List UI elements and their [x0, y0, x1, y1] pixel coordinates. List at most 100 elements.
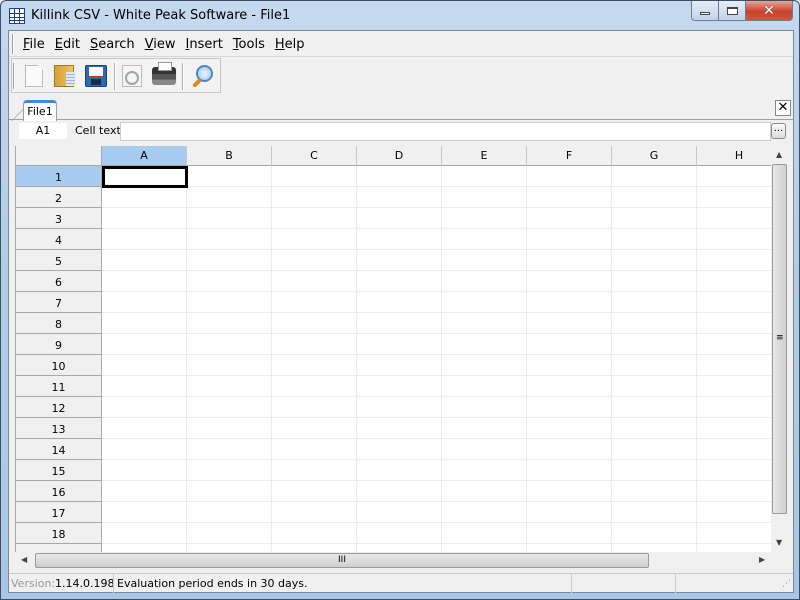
grid-line	[356, 166, 357, 552]
column-header-a[interactable]: A	[102, 146, 187, 166]
spreadsheet-app-icon	[9, 8, 25, 24]
row-header-11[interactable]: 11	[16, 376, 102, 397]
menu-view[interactable]: View	[145, 37, 176, 52]
vertical-scroll-thumb[interactable]: ≡	[772, 164, 787, 514]
active-cell[interactable]	[102, 166, 188, 188]
menu-bar: File Edit Search View Insert Tools Help	[9, 31, 793, 57]
menu-tools[interactable]: Tools	[233, 37, 265, 52]
column-header-g[interactable]: G	[612, 146, 697, 166]
grid-line	[102, 312, 771, 313]
grid-line	[102, 459, 771, 460]
cell-text-input[interactable]	[120, 122, 771, 141]
scroll-up-arrow-icon[interactable]: ▲	[776, 150, 782, 159]
row-header-partial[interactable]	[16, 544, 102, 552]
menu-help[interactable]: Help	[275, 37, 305, 52]
grid-line	[102, 291, 771, 292]
row-header-18[interactable]: 18	[16, 523, 102, 544]
scroll-down-arrow-icon[interactable]: ▼	[776, 538, 782, 547]
row-header-8[interactable]: 8	[16, 313, 102, 334]
grid-line	[441, 166, 442, 552]
open-button[interactable]	[50, 62, 78, 90]
grid-line	[102, 522, 771, 523]
grid-line	[696, 166, 697, 552]
toolbar-grip[interactable]	[13, 63, 15, 89]
print-preview-icon	[122, 65, 142, 87]
grid-line	[102, 270, 771, 271]
open-folder-icon	[54, 65, 75, 87]
title-bar[interactable]: Killink CSV - White Peak Software - File…	[1, 1, 799, 31]
row-header-12[interactable]: 12	[16, 397, 102, 418]
spreadsheet-grid[interactable]: A B C D E F G H 1 2 3 4 5 6 7 8 9 10 11 12 13 14 15 16 17 18	[15, 146, 771, 552]
scroll-left-arrow-icon[interactable]: ◀	[21, 555, 27, 564]
grid-line	[102, 186, 771, 187]
grid-line	[102, 543, 771, 544]
row-header-4[interactable]: 4	[16, 229, 102, 250]
status-pane	[571, 574, 572, 594]
menu-edit[interactable]: Edit	[55, 37, 80, 52]
new-file-button[interactable]	[20, 62, 48, 90]
select-all-corner[interactable]	[16, 146, 102, 166]
save-button[interactable]	[82, 62, 110, 90]
find-button[interactable]	[188, 62, 216, 90]
grid-line	[102, 207, 771, 208]
window-title: Killink CSV - White Peak Software - File…	[31, 8, 291, 23]
expand-cell-text-button[interactable]: ...	[771, 123, 786, 139]
formula-bar: A1 Cell text: ...	[9, 122, 793, 144]
minimize-button[interactable]	[691, 1, 719, 21]
horizontal-scrollbar[interactable]: ◀ III ▶	[15, 552, 771, 569]
row-header-6[interactable]: 6	[16, 271, 102, 292]
row-header-5[interactable]: 5	[16, 250, 102, 271]
version-value: 1.14.0.198	[55, 577, 115, 590]
row-header-3[interactable]: 3	[16, 208, 102, 229]
grid-line	[102, 249, 771, 250]
maximize-button[interactable]	[719, 1, 746, 21]
print-button[interactable]	[150, 62, 178, 90]
close-icon: ✕	[763, 2, 775, 19]
grid-line	[526, 166, 527, 552]
row-header-7[interactable]: 7	[16, 292, 102, 313]
row-header-2[interactable]: 2	[16, 187, 102, 208]
resize-grip-icon[interactable]: ⋰	[782, 574, 791, 594]
new-file-icon	[25, 65, 43, 87]
row-header-13[interactable]: 13	[16, 418, 102, 439]
row-header-16[interactable]: 16	[16, 481, 102, 502]
status-message: Evaluation period ends in 30 days.	[113, 574, 308, 594]
row-header-15[interactable]: 15	[16, 460, 102, 481]
close-tab-button[interactable]: ✕	[775, 100, 791, 116]
menu-search[interactable]: Search	[90, 37, 135, 52]
menu-file[interactable]: File	[23, 37, 45, 52]
row-header-9[interactable]: 9	[16, 334, 102, 355]
grid-line	[102, 438, 771, 439]
column-header-d[interactable]: D	[357, 146, 442, 166]
row-header-1[interactable]: 1	[16, 166, 102, 187]
menu-grip[interactable]	[12, 34, 14, 54]
document-tabs: File1 ✕	[9, 98, 793, 121]
row-header-17[interactable]: 17	[16, 502, 102, 523]
toolbar-separator	[182, 63, 184, 90]
save-disk-icon	[85, 65, 107, 87]
grid-line	[611, 166, 612, 552]
column-header-f[interactable]: F	[527, 146, 612, 166]
app-window: Killink CSV - White Peak Software - File…	[0, 0, 800, 600]
toolbar	[11, 58, 221, 93]
column-header-c[interactable]: C	[272, 146, 357, 166]
row-header-14[interactable]: 14	[16, 439, 102, 460]
tab-file1[interactable]: File1	[23, 100, 57, 121]
grid-line	[102, 501, 771, 502]
grid-line	[102, 228, 771, 229]
column-header-b[interactable]: B	[187, 146, 272, 166]
row-header-10[interactable]: 10	[16, 355, 102, 376]
column-header-h[interactable]: H	[697, 146, 771, 166]
toolbar-separator	[114, 63, 116, 90]
grid-line	[102, 396, 771, 397]
status-bar: Version: 1.14.0.198 Evaluation period en…	[9, 573, 793, 594]
version-label: Version:	[11, 577, 56, 590]
horizontal-scroll-thumb[interactable]: III	[35, 553, 649, 568]
menu-insert[interactable]: Insert	[186, 37, 223, 52]
column-header-e[interactable]: E	[442, 146, 527, 166]
vertical-scrollbar[interactable]: ▲ ≡ ▼	[771, 146, 788, 552]
printer-icon	[152, 62, 176, 85]
scroll-right-arrow-icon[interactable]: ▶	[759, 555, 765, 564]
close-window-button[interactable]: ✕	[746, 1, 793, 21]
print-preview-button[interactable]	[118, 62, 146, 90]
